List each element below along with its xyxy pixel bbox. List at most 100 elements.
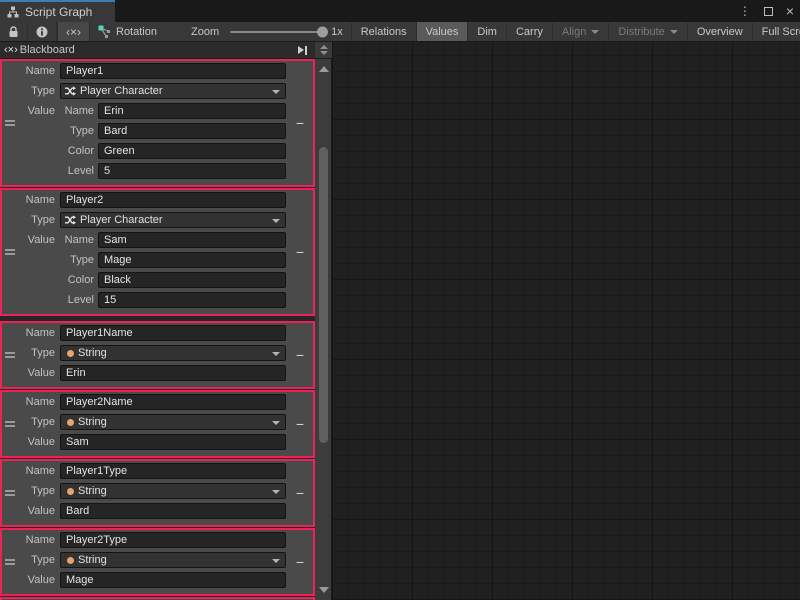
toolbar-button-full-screen[interactable]: Full Screen — [752, 22, 800, 41]
object-field-input[interactable] — [98, 232, 286, 248]
variable-entry[interactable]: NameTypePlayer CharacterValueNameTypeCol… — [0, 188, 315, 316]
type-dropdown[interactable]: String — [60, 345, 286, 361]
drag-handle[interactable] — [5, 120, 15, 126]
variable-name-row: Name — [2, 532, 313, 548]
chevron-down-icon — [272, 421, 280, 425]
drag-handle[interactable] — [5, 352, 15, 358]
variable-entry[interactable]: NameTypePlayer CharacterValueNameTypeCol… — [0, 59, 315, 187]
toolbar-button-relations[interactable]: Relations — [351, 22, 416, 41]
variable-value-input[interactable] — [60, 365, 286, 381]
variable-type-row: TypeString — [2, 552, 313, 568]
type-dropdown-value: String — [78, 554, 107, 566]
variable-entry[interactable]: NameTypeStringValue− — [0, 528, 315, 596]
toolbar-right-buttons: RelationsValuesDimCarryAlignDistributeOv… — [351, 22, 800, 41]
variable-value-input[interactable] — [60, 503, 286, 519]
chevron-down-icon — [272, 90, 280, 94]
toolbar-button-values[interactable]: Values — [416, 22, 468, 41]
object-field-input[interactable] — [98, 252, 286, 268]
field-label: Level — [60, 294, 98, 306]
object-field-input[interactable] — [98, 292, 286, 308]
graph-canvas[interactable] — [332, 42, 800, 600]
object-field-input[interactable] — [98, 272, 286, 288]
drag-handle[interactable] — [5, 249, 15, 255]
zoom-slider-knob[interactable] — [317, 26, 328, 37]
toolbar-button-overview[interactable]: Overview — [687, 22, 752, 41]
field-label: Name — [2, 65, 60, 77]
variable-type-row: TypeString — [2, 414, 313, 430]
info-button[interactable] — [28, 22, 57, 41]
scrollbar-thumb[interactable] — [319, 147, 328, 443]
variable-type-row: TypePlayer Character — [2, 212, 313, 228]
field-label: Name — [2, 534, 60, 546]
toolbar-button-carry[interactable]: Carry — [506, 22, 552, 41]
variable-value-row: Value — [2, 503, 313, 519]
chevron-down-icon — [320, 51, 328, 55]
toolbar-button-dim[interactable]: Dim — [467, 22, 506, 41]
remove-variable-button[interactable]: − — [291, 555, 309, 569]
remove-variable-button[interactable]: − — [291, 116, 309, 130]
script-graph-logo-button[interactable]: ‹×› — [57, 22, 90, 41]
variable-entry[interactable]: NameTypeStringValue− — [0, 321, 315, 389]
zoom-slider[interactable] — [230, 31, 326, 33]
zoom-control: Zoom 1x — [183, 22, 351, 41]
graph-node-icon — [98, 25, 111, 38]
variable-name-input[interactable] — [60, 532, 286, 548]
lock-icon — [8, 26, 19, 38]
toolbar-button-label: Align — [562, 26, 586, 38]
object-field-input[interactable] — [98, 163, 286, 179]
type-dropdown[interactable]: String — [60, 552, 286, 568]
variable-name-row: Name — [2, 463, 313, 479]
maximize-icon[interactable] — [764, 7, 773, 16]
type-dropdown[interactable]: String — [60, 483, 286, 499]
type-dropdown[interactable]: Player Character — [60, 212, 286, 228]
variable-name-input[interactable] — [60, 192, 286, 208]
toolbar-button-label: Dim — [477, 26, 497, 38]
object-field-row: Color — [2, 272, 313, 288]
field-label: Value — [2, 367, 60, 379]
field-label: Name — [2, 327, 60, 339]
drag-handle[interactable] — [5, 559, 15, 565]
variable-name-input[interactable] — [60, 63, 286, 79]
variable-entry[interactable]: NameTypeStringValue− — [0, 390, 315, 458]
object-field-input[interactable] — [98, 103, 286, 119]
object-field-input[interactable] — [98, 123, 286, 139]
remove-variable-button[interactable]: − — [291, 348, 309, 362]
variable-value-input[interactable] — [60, 434, 286, 450]
close-icon[interactable]: × — [786, 4, 794, 18]
chevron-up-icon — [320, 45, 328, 49]
variable-name-input[interactable] — [60, 463, 286, 479]
visual-scripting-logo-icon: ‹×› — [4, 44, 18, 56]
object-field-row: Type — [2, 252, 313, 268]
zoom-value: 1x — [331, 26, 343, 38]
chevron-down-icon — [670, 30, 678, 34]
toolbar-button-label: Relations — [361, 26, 407, 38]
field-label: Color — [60, 145, 98, 157]
scroll-down-icon[interactable] — [319, 587, 329, 593]
scroll-up-icon[interactable] — [319, 66, 329, 72]
variable-name-input[interactable] — [60, 325, 286, 341]
panel-resize-arrows[interactable] — [315, 42, 332, 59]
chevron-down-icon — [272, 559, 280, 563]
drag-handle[interactable] — [5, 421, 15, 427]
object-field-row: ValueName — [2, 232, 313, 248]
remove-variable-button[interactable]: − — [291, 245, 309, 259]
type-dropdown[interactable]: Player Character — [60, 83, 286, 99]
lock-button[interactable] — [0, 22, 28, 41]
variable-entry[interactable]: NameTypeStringValue− — [0, 459, 315, 527]
tab-script-graph[interactable]: Script Graph — [0, 0, 115, 22]
drag-handle[interactable] — [5, 490, 15, 496]
blackboard-panel: ‹×› Blackboard NameTypePlayer CharacterV… — [0, 42, 332, 600]
type-dropdown[interactable]: String — [60, 414, 286, 430]
dock-panel-icon[interactable] — [298, 46, 307, 55]
blackboard-scrollbar[interactable] — [315, 59, 332, 600]
variable-name-input[interactable] — [60, 394, 286, 410]
object-field-input[interactable] — [98, 143, 286, 159]
remove-variable-button[interactable]: − — [291, 486, 309, 500]
script-graph-window: Script Graph ⋮ × — [0, 0, 800, 600]
kebab-menu-icon[interactable]: ⋮ — [739, 5, 751, 17]
type-dropdown-value: Player Character — [80, 214, 163, 226]
variable-value-input[interactable] — [60, 572, 286, 588]
chevron-down-icon — [272, 490, 280, 494]
remove-variable-button[interactable]: − — [291, 417, 309, 431]
variable-name-row: Name — [2, 325, 313, 341]
